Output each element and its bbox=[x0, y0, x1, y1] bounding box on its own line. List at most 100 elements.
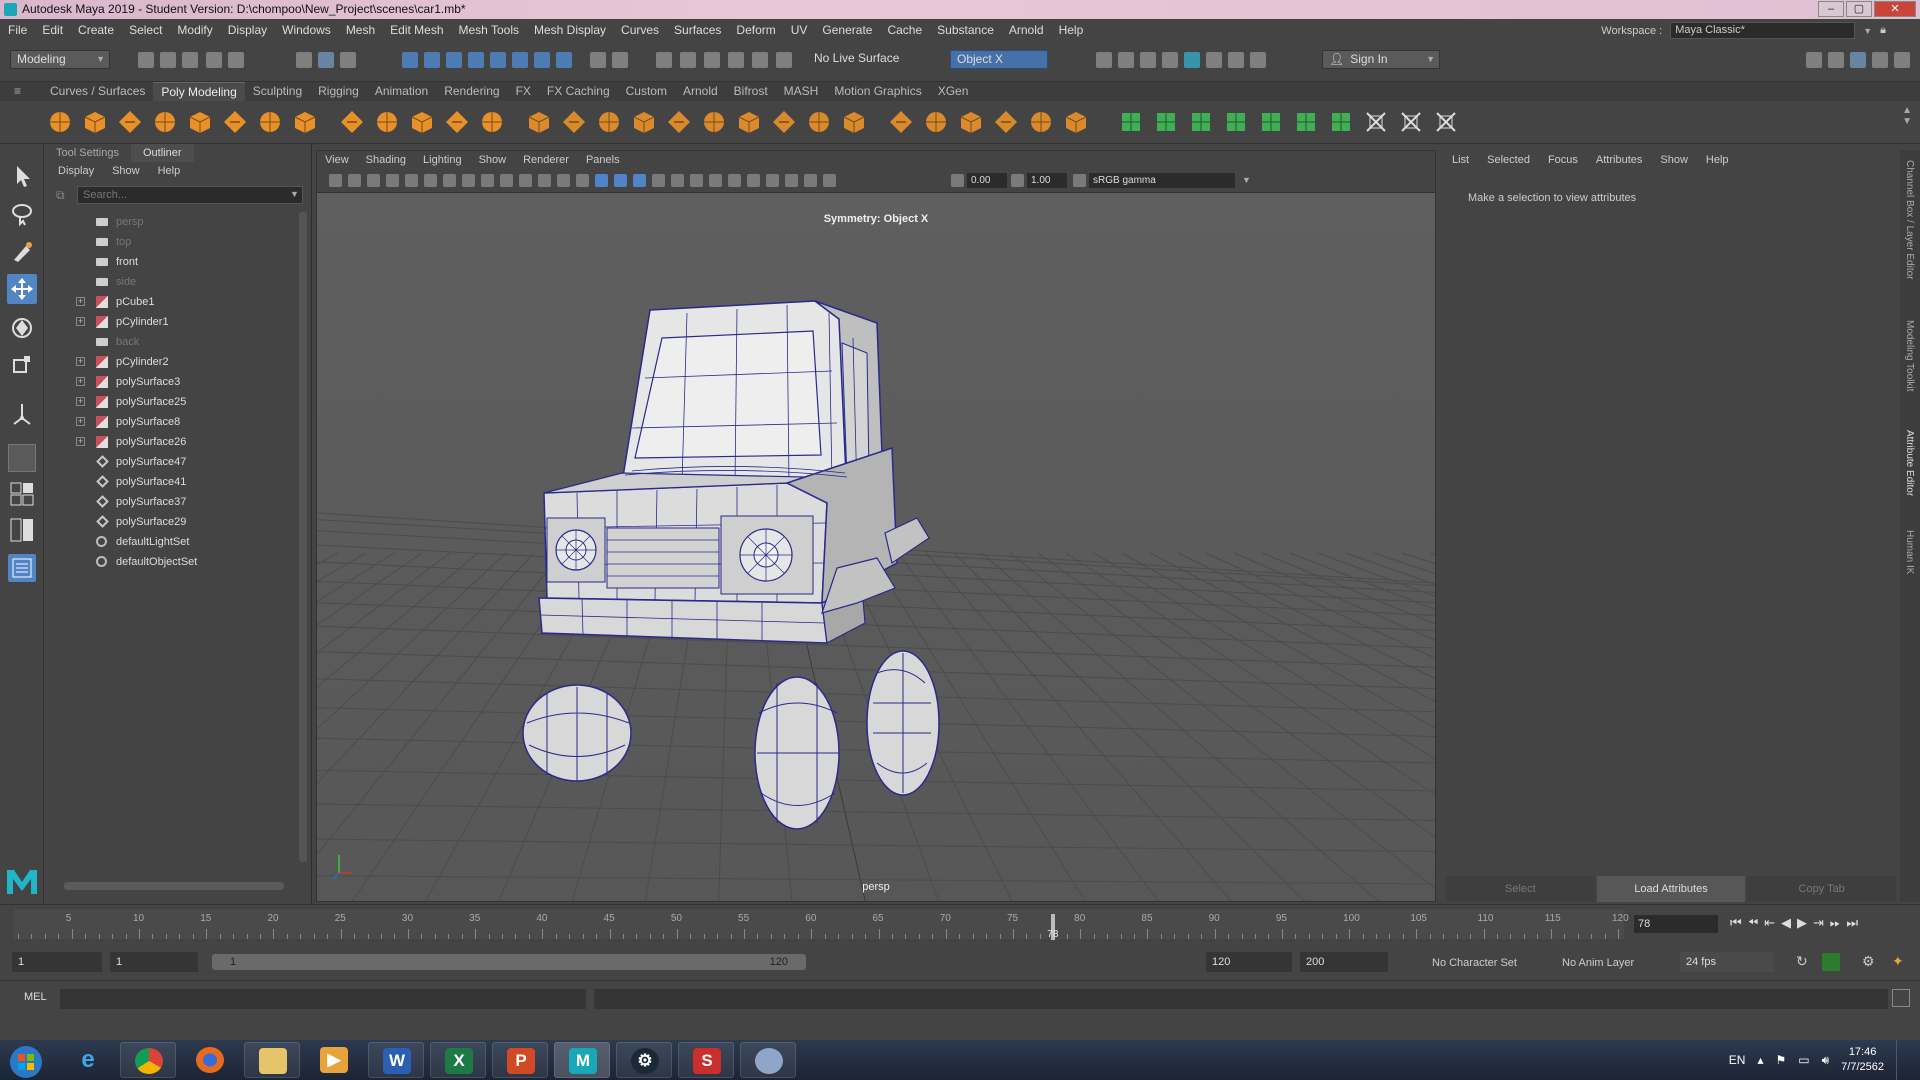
outliner-item-polysurface41[interactable]: polySurface41 bbox=[56, 472, 292, 492]
play-backward-icon[interactable]: ◀ bbox=[1781, 915, 1791, 931]
outliner-vertical-scrollbar[interactable] bbox=[299, 212, 307, 862]
menu-create[interactable]: Create bbox=[78, 23, 114, 37]
go-to-start-icon[interactable]: ⏮ bbox=[1730, 915, 1742, 931]
shelf-cylinder-icon[interactable] bbox=[116, 108, 144, 136]
magnet-icon[interactable] bbox=[656, 52, 672, 68]
mode-dropdown[interactable]: Modeling ▼ bbox=[10, 50, 110, 69]
expand-icon[interactable]: + bbox=[76, 417, 85, 426]
xray-icon[interactable] bbox=[785, 174, 798, 187]
shelf-tab-poly-modeling[interactable]: Poly Modeling bbox=[153, 82, 245, 101]
shelf-svg-icon[interactable] bbox=[373, 108, 401, 136]
menu-help[interactable]: Help bbox=[1059, 23, 1084, 37]
shelf-bevel-icon[interactable] bbox=[700, 108, 728, 136]
time-slider[interactable]: 5 10 15 20 25 30 35 40 45 50 55 60 65 70 75 80 85 90 95 100… bbox=[0, 904, 1920, 946]
shelf-tab-fx[interactable]: FX bbox=[508, 82, 539, 101]
front-right-wheel[interactable] bbox=[754, 676, 840, 830]
select-objects-icon[interactable] bbox=[318, 52, 334, 68]
viewport-menu-panels[interactable]: Panels bbox=[586, 154, 620, 166]
scale-tool-icon[interactable] bbox=[8, 350, 36, 378]
taskbar-maya[interactable]: M bbox=[554, 1042, 610, 1078]
outliner-item-top[interactable]: top bbox=[56, 232, 292, 252]
loop-icon[interactable]: ↻ bbox=[1796, 953, 1808, 970]
clock[interactable]: 17:46 7/7/2562 bbox=[1841, 1045, 1884, 1075]
outliner-item-persp[interactable]: persp bbox=[56, 212, 292, 232]
expand-icon[interactable]: + bbox=[76, 297, 85, 306]
manipulator-tool-icon[interactable] bbox=[8, 400, 36, 428]
outliner-menu-help[interactable]: Help bbox=[158, 165, 181, 177]
viewport-menu-show[interactable]: Show bbox=[479, 154, 507, 166]
shelf-uv-sew-icon[interactable] bbox=[1327, 108, 1355, 136]
symmetry-dropdown[interactable]: Object X bbox=[950, 50, 1048, 69]
bookmarks-icon[interactable] bbox=[386, 174, 399, 187]
outliner-item-polysurface8[interactable]: + polySurface8 bbox=[56, 412, 292, 432]
camera-attributes-icon[interactable] bbox=[367, 174, 380, 187]
shelf-combine-icon[interactable] bbox=[408, 108, 436, 136]
expand-icon[interactable]: + bbox=[76, 437, 85, 446]
taskbar-explorer[interactable] bbox=[244, 1042, 300, 1078]
tab-modeling-toolkit[interactable]: Modeling Toolkit bbox=[1904, 320, 1915, 392]
chevron-down-icon[interactable]: ▼ bbox=[1242, 175, 1251, 185]
playback-start-field[interactable]: 1 bbox=[110, 952, 198, 972]
taskbar-steam[interactable]: ⚙ bbox=[616, 1042, 672, 1078]
shelf-tab-animation[interactable]: Animation bbox=[367, 82, 436, 101]
command-input[interactable] bbox=[60, 989, 586, 1009]
menu-cache[interactable]: Cache bbox=[887, 23, 922, 37]
playback-range-bar[interactable]: 1 120 bbox=[212, 954, 806, 970]
menu-generate[interactable]: Generate bbox=[822, 23, 872, 37]
xray-components-icon[interactable] bbox=[823, 174, 836, 187]
taskbar-word[interactable]: W bbox=[368, 1042, 424, 1078]
outliner-item-pcube1[interactable]: + pCube1 bbox=[56, 292, 292, 312]
taskbar-gadget[interactable] bbox=[740, 1042, 796, 1078]
gate-mask-icon[interactable] bbox=[519, 174, 532, 187]
lasso-tool-icon[interactable] bbox=[8, 200, 36, 228]
menu-deform[interactable]: Deform bbox=[736, 23, 775, 37]
workspace-dropdown[interactable]: Maya Classic* bbox=[1670, 22, 1856, 39]
persp-viewport[interactable]: View Shading Lighting Show Renderer Panels 0.… bbox=[316, 150, 1436, 902]
minimize-button[interactable]: – bbox=[1818, 1, 1844, 17]
shelf-uv-sphere-icon[interactable] bbox=[1222, 108, 1250, 136]
attribute-menu-focus[interactable]: Focus bbox=[1548, 154, 1578, 166]
timeline-track[interactable]: 5 10 15 20 25 30 35 40 45 50 55 60 65 70 75 80 85 90 95 100… bbox=[14, 909, 1629, 940]
shelf-platonic-icon[interactable] bbox=[291, 108, 319, 136]
select-button[interactable]: Select bbox=[1446, 876, 1595, 902]
modeling-toolkit-icon[interactable] bbox=[1806, 52, 1822, 68]
lock-icon[interactable]: 🔒︎ bbox=[1880, 24, 1886, 37]
attribute-menu-show[interactable]: Show bbox=[1660, 154, 1688, 166]
image-plane-icon[interactable] bbox=[405, 174, 418, 187]
gamma-field[interactable]: 1.00 bbox=[1027, 173, 1067, 188]
shelf-tab-arnold[interactable]: Arnold bbox=[675, 82, 726, 101]
safe-title-icon[interactable] bbox=[576, 174, 589, 187]
current-frame-field[interactable]: 78 bbox=[1634, 915, 1718, 933]
arnold-render-icon[interactable] bbox=[1228, 52, 1244, 68]
volume-icon[interactable]: 🔊︎ bbox=[1822, 1053, 1830, 1068]
shelf-uv-editor-icon[interactable] bbox=[1397, 108, 1425, 136]
resolution-gate-icon[interactable] bbox=[500, 174, 513, 187]
film-gate-icon[interactable] bbox=[481, 174, 494, 187]
shelf-uv-toolkit-icon[interactable] bbox=[1432, 108, 1460, 136]
taskbar-powerpoint[interactable]: P bbox=[492, 1042, 548, 1078]
wireframe-icon[interactable] bbox=[595, 174, 608, 187]
outliner-item-back[interactable]: back bbox=[56, 332, 292, 352]
2d-pan-zoom-icon[interactable] bbox=[424, 174, 437, 187]
menu-mesh-display[interactable]: Mesh Display bbox=[534, 23, 606, 37]
shelf-uv-cut-icon[interactable] bbox=[1292, 108, 1320, 136]
shelf-cone-icon[interactable] bbox=[151, 108, 179, 136]
shelf-uv-layout-icon[interactable] bbox=[1362, 108, 1390, 136]
viewport-menu-lighting[interactable]: Lighting bbox=[423, 154, 462, 166]
menu-edit-mesh[interactable]: Edit Mesh bbox=[390, 23, 443, 37]
shelf-tab-rigging[interactable]: Rigging bbox=[310, 82, 367, 101]
menu-modify[interactable]: Modify bbox=[177, 23, 212, 37]
outliner-search-input[interactable]: Search... bbox=[77, 186, 303, 204]
magnet-curve-icon[interactable] bbox=[704, 52, 720, 68]
command-language[interactable]: MEL bbox=[24, 991, 47, 1003]
taskbar-excel[interactable]: X bbox=[430, 1042, 486, 1078]
filter-icon[interactable]: ⧉ bbox=[56, 188, 65, 203]
shelf-boolean-icon[interactable] bbox=[560, 108, 588, 136]
attribute-menu-list[interactable]: List bbox=[1452, 154, 1469, 166]
outliner-item-defaultlightset[interactable]: defaultLightSet bbox=[56, 532, 292, 552]
single-pane-layout-icon[interactable] bbox=[8, 444, 36, 472]
animation-start-field[interactable]: 1 bbox=[12, 952, 102, 972]
tab-human-ik[interactable]: Human IK bbox=[1904, 530, 1915, 574]
shelf-wedge-icon[interactable] bbox=[1062, 108, 1090, 136]
outliner-item-polysurface47[interactable]: polySurface47 bbox=[56, 452, 292, 472]
